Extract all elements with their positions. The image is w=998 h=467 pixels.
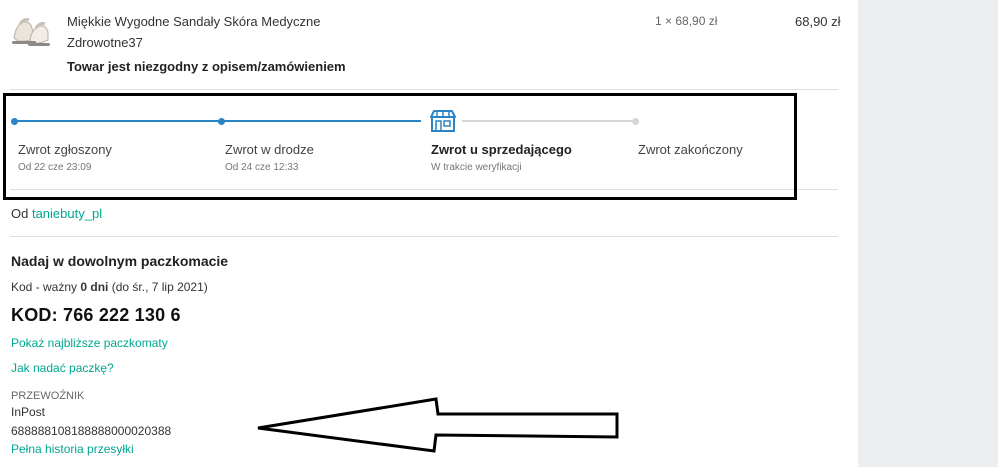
right-side-panel <box>858 0 998 467</box>
carrier-label: PRZEWOŹNIK <box>11 390 85 402</box>
tracking-history-link[interactable]: Pełna historia przesyłki <box>11 442 134 456</box>
annotation-arrow <box>257 397 619 453</box>
quantity-price: 1 × 68,90 zł <box>655 14 718 28</box>
seller-link[interactable]: taniebuty_pl <box>32 206 102 221</box>
seller-line: Od taniebuty_pl <box>11 206 102 221</box>
divider <box>10 89 838 90</box>
show-lockers-link[interactable]: Pokaż najbliższe paczkomaty <box>11 336 168 350</box>
code-validity-date: (do śr., 7 lip 2021) <box>108 280 208 294</box>
code-validity-prefix: Kod - ważny <box>11 280 81 294</box>
product-total: 68,90 zł <box>795 14 841 29</box>
product-seller-code: Zdrowotne37 <box>67 35 143 50</box>
from-prefix: Od <box>11 206 29 221</box>
product-thumbnail[interactable] <box>10 10 52 50</box>
carrier-name: InPost <box>11 405 46 419</box>
how-to-send-link[interactable]: Jak nadać paczkę? <box>11 361 114 375</box>
parcel-section-title: Nadaj w dowolnym paczkomacie <box>11 253 229 269</box>
parcel-code: KOD: 766 222 130 6 <box>11 305 181 325</box>
code-validity-days: 0 dni <box>80 280 109 294</box>
product-name[interactable]: Miękkie Wygodne Sandały Skóra Medyczne <box>67 14 321 29</box>
return-reason: Towar jest niezgodny z opisem/zamówienie… <box>67 59 346 74</box>
divider <box>10 236 838 237</box>
tracking-number: 688888108188888000020388 <box>11 424 172 438</box>
highlight-box <box>3 93 797 200</box>
code-validity: Kod - ważny 0 dni (do śr., 7 lip 2021) <box>11 280 208 294</box>
